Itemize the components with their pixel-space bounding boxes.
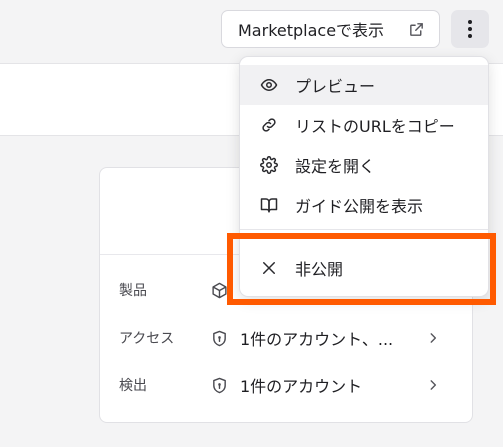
- marketplace-button-label: Marketplaceで表示: [238, 21, 385, 40]
- menu-item-label: リストのURLをコピー: [295, 117, 455, 136]
- menu-item-label: 設定を開く: [295, 157, 376, 176]
- details-row-value: 1件のアカウント: [240, 377, 363, 396]
- menu-item-preview[interactable]: プレビュー: [240, 65, 488, 105]
- top-bar: Marketplaceで表示: [0, 0, 503, 64]
- chevron-right-icon: [426, 378, 440, 392]
- chevron-right-icon: [426, 331, 440, 345]
- cube-icon: [211, 282, 228, 299]
- details-row-label: アクセス: [119, 331, 175, 347]
- shield-icon: [211, 330, 228, 347]
- details-row-label: 検出: [119, 378, 147, 394]
- more-options-menu: プレビュー リストのURLをコピー 設定を開く ガイド公開を表示 非公開: [239, 56, 489, 297]
- close-icon: [260, 259, 278, 277]
- menu-item-label: プレビュー: [295, 77, 376, 96]
- menu-item-open-settings[interactable]: 設定を開く: [240, 145, 488, 185]
- menu-item-label: ガイド公開を表示: [295, 197, 424, 216]
- details-row-discovery[interactable]: 検出 1件のアカウント: [100, 370, 472, 400]
- details-row-access[interactable]: アクセス 1件のアカウント、...: [100, 323, 472, 353]
- details-row-label: 製品: [119, 283, 147, 299]
- eye-icon: [260, 76, 278, 94]
- link-icon: [260, 116, 278, 134]
- vertical-ellipsis-icon: [467, 19, 473, 39]
- book-icon: [260, 196, 278, 214]
- details-row-value: 1件のアカウント、...: [240, 330, 394, 349]
- menu-item-label: 非公開: [295, 260, 344, 279]
- menu-item-copy-listing-url[interactable]: リストのURLをコピー: [240, 105, 488, 145]
- view-in-marketplace-button[interactable]: Marketplaceで表示: [221, 10, 440, 48]
- more-options-button[interactable]: [451, 10, 489, 48]
- menu-item-unpublish[interactable]: 非公開: [240, 248, 488, 288]
- menu-divider: [240, 229, 488, 230]
- external-link-icon: [408, 21, 425, 38]
- shield-icon: [211, 377, 228, 394]
- gear-icon: [260, 156, 278, 174]
- menu-item-view-guide-publishing[interactable]: ガイド公開を表示: [240, 185, 488, 225]
